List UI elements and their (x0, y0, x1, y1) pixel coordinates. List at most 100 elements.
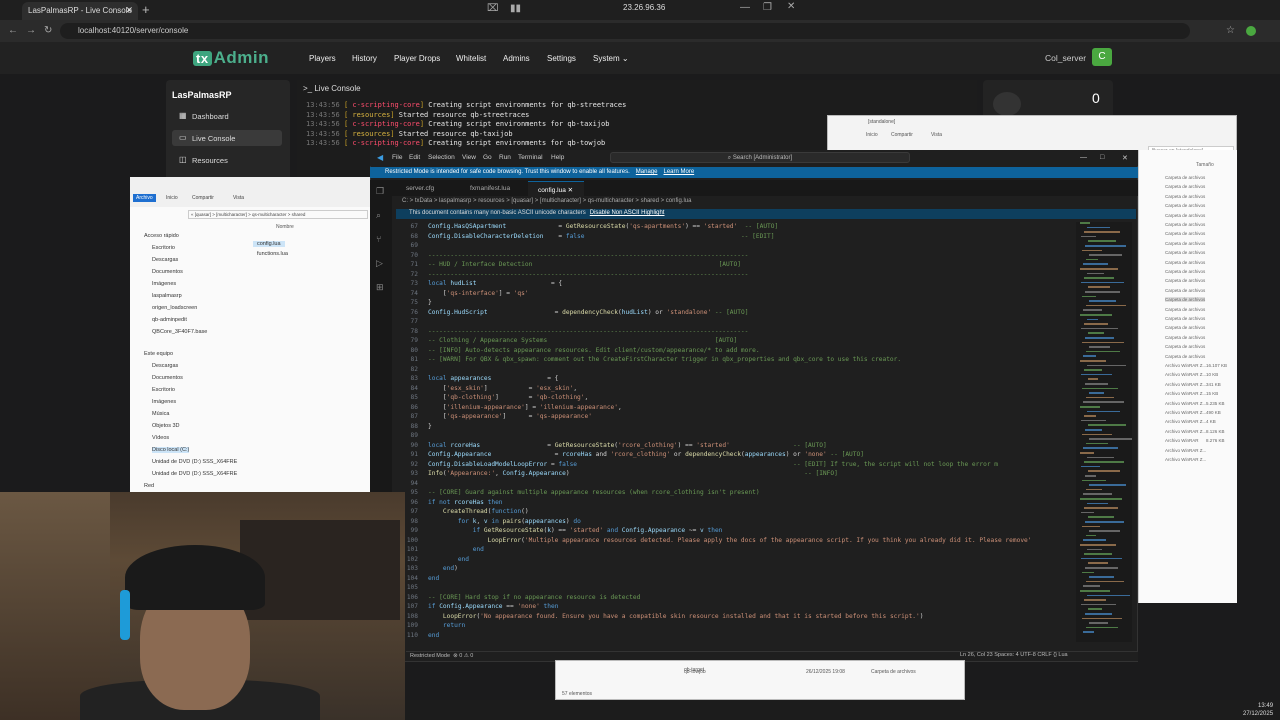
reload-icon[interactable]: ↻ (44, 25, 52, 36)
nav-pane-item[interactable]: Imágenes (152, 399, 176, 405)
nav-pane-item[interactable]: Descargas (152, 257, 178, 263)
nav-pane-item[interactable]: Red (144, 483, 154, 489)
menu-edit[interactable]: Edit (409, 154, 420, 161)
list-item[interactable]: Archivo WinRAR Z... (1165, 457, 1206, 462)
code-line[interactable]: 74 ['qs-interface'] = 'qs' (396, 289, 1076, 299)
file-config-lua[interactable]: config.lua (253, 241, 285, 247)
status-restricted[interactable]: Restricted Mode (410, 653, 450, 659)
close-icon[interactable]: ✕ (787, 1, 795, 12)
code-line[interactable]: 86 ['illenium-appearance'] = 'illenium-a… (396, 403, 1076, 413)
ribbon-inicio[interactable]: Inicio (166, 195, 178, 201)
list-item[interactable]: Archivo WinRAR Z... (1165, 429, 1206, 434)
list-item[interactable]: Carpeta de archivos (1165, 269, 1205, 274)
code-line[interactable]: 67 Config.HasQSApartment = GetResourceSta… (396, 222, 1076, 232)
code-line[interactable]: 96 if not rcoreHas then (396, 498, 1076, 508)
nav-pane-item[interactable]: Unidad de DVD (D:) SSS_X64FRE (152, 471, 237, 477)
minimap[interactable] (1076, 222, 1132, 642)
run-debug-icon[interactable]: ▷ (376, 258, 383, 269)
code-line[interactable]: 87 ['qs-appearance'] = 'qs-appearance' (396, 412, 1076, 422)
list-item[interactable]: qb-towjob (684, 669, 706, 675)
menu-help[interactable]: Help (551, 154, 564, 161)
nav-pane-item[interactable]: Escritorio (152, 387, 175, 393)
code-line[interactable]: 99 if GetResourceState(k) == 'started' a… (396, 526, 1076, 536)
nav-admins[interactable]: Admins (503, 54, 530, 63)
code-line[interactable]: 78 --------------------------------------… (396, 327, 1076, 337)
code-line[interactable]: 109 return (396, 621, 1076, 631)
list-item[interactable]: Carpeta de archivos (1165, 184, 1205, 189)
code-line[interactable]: 97 CreateThread(function() (396, 507, 1076, 517)
list-item[interactable]: Carpeta de archivos (1165, 325, 1205, 330)
list-item[interactable]: Carpeta de archivos (1165, 203, 1205, 208)
list-item[interactable]: Archivo WinRAR Z... (1165, 382, 1206, 387)
nav-pane-item[interactable]: Documentos (152, 375, 183, 381)
list-item[interactable]: Carpeta de archivos (1165, 288, 1205, 293)
code-line[interactable]: 88} (396, 422, 1076, 432)
code-line[interactable]: 90 local rcoreHas = GetResourceState('rco… (396, 441, 1076, 451)
username[interactable]: Col_server (1045, 53, 1086, 63)
code-line[interactable]: 107 if Config.Appearance == 'none' then (396, 602, 1076, 612)
code-line[interactable]: 72 --------------------------------------… (396, 270, 1076, 280)
close-icon[interactable]: ✕ (568, 187, 573, 194)
list-item[interactable]: Carpeta de archivos (1165, 175, 1205, 180)
nav-pane-item[interactable]: Descargas (152, 363, 178, 369)
list-item[interactable]: Carpeta de archivos (1165, 316, 1205, 321)
menu-file[interactable]: File (392, 154, 402, 161)
code-line[interactable]: 73 local hudList = { (396, 279, 1076, 289)
code-line[interactable]: 82 (396, 365, 1076, 375)
code-line[interactable]: 108 LoopError('No appearance found. Ensu… (396, 612, 1076, 622)
code-line[interactable]: 84 ['esx_skin'] = 'esx_skin', (396, 384, 1076, 394)
url-input[interactable]: localhost:40120/server/console (60, 23, 1190, 39)
list-item[interactable]: Archivo WinRAR Z... (1165, 419, 1206, 424)
window-maximize-icon[interactable]: □ (1100, 154, 1104, 161)
list-item[interactable]: Archivo WinRAR Z... (1165, 401, 1206, 406)
list-item[interactable]: Carpeta de archivos (1165, 241, 1205, 246)
search-icon[interactable]: ⌕ (376, 210, 381, 221)
code-line[interactable]: 85 ['qb-clothing'] = 'qb-clothing', (396, 393, 1076, 403)
code-line[interactable]: 106 -- [CORE] Hard stop if no appearance … (396, 593, 1076, 603)
list-item[interactable]: Carpeta de archivos (1165, 307, 1205, 312)
list-item[interactable]: Carpeta de archivos (1165, 335, 1205, 340)
list-item[interactable]: Archivo WinRAR Z... (1165, 391, 1206, 396)
menu-go[interactable]: Go (483, 154, 492, 161)
ribbon-vista[interactable]: Vista (233, 195, 244, 201)
ribbon-inicio[interactable]: Inicio (866, 132, 878, 138)
menu-run[interactable]: Run (499, 154, 511, 161)
code-line[interactable]: 69 (396, 241, 1076, 251)
code-line[interactable]: 102 end (396, 555, 1076, 565)
list-item[interactable]: Archivo WinRAR Z... (1165, 448, 1206, 453)
browser-tab[interactable]: LasPalmasRP - Live Console ✕ (22, 2, 138, 20)
code-line[interactable]: 70 --------------------------------------… (396, 251, 1076, 261)
status-problems[interactable]: ⊗ 0 ⚠ 0 (453, 653, 473, 659)
txadmin-logo[interactable]: tx Admin (193, 48, 269, 68)
code-line[interactable]: 80 -- [INFO] Auto-detects appearance reso… (396, 346, 1076, 356)
nav-pane-item[interactable]: Este equipo (144, 351, 173, 357)
list-item[interactable]: Archivo WinRAR Z... (1165, 372, 1206, 377)
disable-ascii-highlight-link[interactable]: Disable Non ASCII Highlight (590, 210, 665, 216)
sidebar-item-resources[interactable]: ◫ Resources (172, 152, 282, 168)
code-line[interactable]: 94 (396, 479, 1076, 489)
list-item[interactable]: Carpeta de archivos (1165, 354, 1205, 359)
source-control-icon[interactable]: ⑂ (376, 234, 381, 244)
nav-pane-item[interactable]: Acceso rápido (144, 233, 179, 239)
taskbar-clock[interactable]: 13:49 27/12/2025 (1243, 702, 1273, 718)
code-line[interactable]: 95 -- [CORE] Guard against multiple appea… (396, 488, 1076, 498)
avatar[interactable]: C (1092, 48, 1112, 66)
nav-players[interactable]: Players (309, 54, 336, 63)
code-line[interactable]: 89 (396, 431, 1076, 441)
nav-pane-item[interactable]: Disco local (C:) (152, 447, 190, 453)
menu-selection[interactable]: Selection (428, 154, 455, 161)
extensions-icon[interactable]: ⊞ (376, 282, 384, 293)
pin-icon[interactable]: ⌧ (487, 3, 499, 14)
nav-history[interactable]: History (352, 54, 377, 63)
code-line[interactable]: 71 -- HUD / Interface Detection [AUTO] (396, 260, 1076, 270)
manage-link[interactable]: Manage (636, 169, 658, 175)
code-line[interactable]: 92 Config.DisableLoadModelLoopError = fal… (396, 460, 1076, 470)
menu-view[interactable]: View (462, 154, 476, 161)
close-tab-icon[interactable]: ✕ (125, 5, 133, 16)
ribbon-compartir[interactable]: Compartir (192, 195, 214, 201)
tab-config-lua[interactable]: config.lua ✕ (528, 181, 584, 196)
code-line[interactable]: 98 for k, v in pairs(appearances) do (396, 517, 1076, 527)
code-line[interactable]: 83 local appearances = { (396, 374, 1076, 384)
code-line[interactable]: 104 end (396, 574, 1076, 584)
explorer-path[interactable]: « [quasar] > [multicharacter] > qs-multi… (188, 210, 368, 219)
